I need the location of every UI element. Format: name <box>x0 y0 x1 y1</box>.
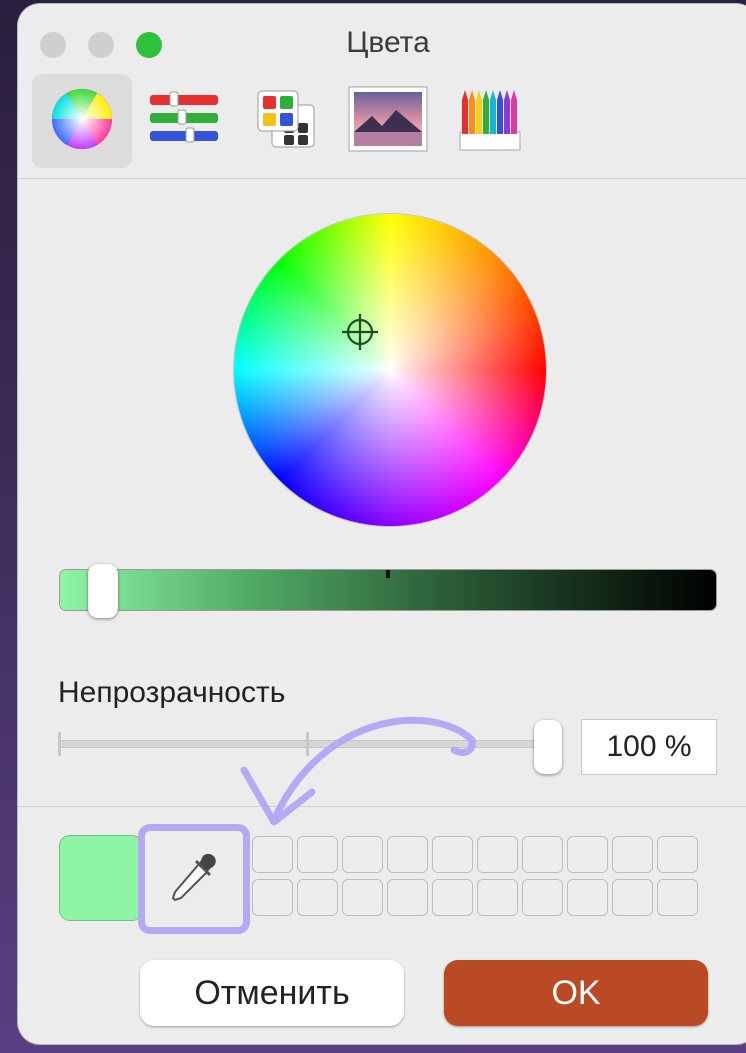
color-wheel-crosshair[interactable] <box>340 312 380 352</box>
eyedropper-icon <box>167 850 221 909</box>
opacity-label: Непрозрачность <box>58 676 286 709</box>
opacity-value-field[interactable]: 100 % <box>582 720 716 774</box>
opacity-tick <box>58 732 61 756</box>
colors-window: Цвета Непрозрачность 100 % Отменить OK <box>18 4 746 1044</box>
ok-button[interactable]: OK <box>444 960 708 1026</box>
color-swatch-slot[interactable] <box>567 879 608 916</box>
color-palettes-icon <box>254 87 318 156</box>
color-swatch-slot[interactable] <box>657 836 698 873</box>
color-wheel-icon <box>51 88 113 155</box>
color-swatch-slot[interactable] <box>252 836 293 873</box>
tab-image-palettes[interactable] <box>338 74 438 168</box>
color-swatch-slot[interactable] <box>297 836 338 873</box>
tab-color-sliders[interactable] <box>134 74 234 168</box>
color-swatch-slot[interactable] <box>612 879 653 916</box>
picker-mode-toolbar <box>18 66 746 179</box>
eyedropper-button[interactable] <box>138 824 250 934</box>
current-color-well[interactable] <box>60 836 142 920</box>
color-swatch-slot[interactable] <box>432 879 473 916</box>
brightness-marker <box>386 570 390 578</box>
image-palettes-icon <box>348 86 428 157</box>
tab-pencils[interactable] <box>440 74 540 168</box>
color-swatch-slot[interactable] <box>252 879 293 916</box>
color-swatch-slot[interactable] <box>612 836 653 873</box>
tab-color-palettes[interactable] <box>236 74 336 168</box>
brightness-slider-thumb[interactable] <box>88 564 118 618</box>
cancel-button[interactable]: Отменить <box>140 960 404 1026</box>
color-swatch-slot[interactable] <box>432 836 473 873</box>
color-swatch-slot[interactable] <box>567 836 608 873</box>
color-swatch-slot[interactable] <box>387 879 428 916</box>
color-swatch-slot[interactable] <box>387 836 428 873</box>
color-sliders-icon <box>148 91 220 152</box>
window-title: Цвета <box>346 26 430 59</box>
color-swatch-slot[interactable] <box>342 836 383 873</box>
saved-swatches-grid <box>252 836 698 916</box>
color-swatch-slot[interactable] <box>657 879 698 916</box>
color-swatch-slot[interactable] <box>522 879 563 916</box>
color-swatch-slot[interactable] <box>342 879 383 916</box>
color-swatch-slot[interactable] <box>522 836 563 873</box>
color-swatch-slot[interactable] <box>477 879 518 916</box>
color-swatch-slot[interactable] <box>477 836 518 873</box>
opacity-slider-thumb[interactable] <box>534 720 562 774</box>
color-wheel[interactable] <box>234 214 546 526</box>
pencils-icon <box>458 86 522 157</box>
color-swatch-slot[interactable] <box>297 879 338 916</box>
tab-color-wheel[interactable] <box>32 74 132 168</box>
